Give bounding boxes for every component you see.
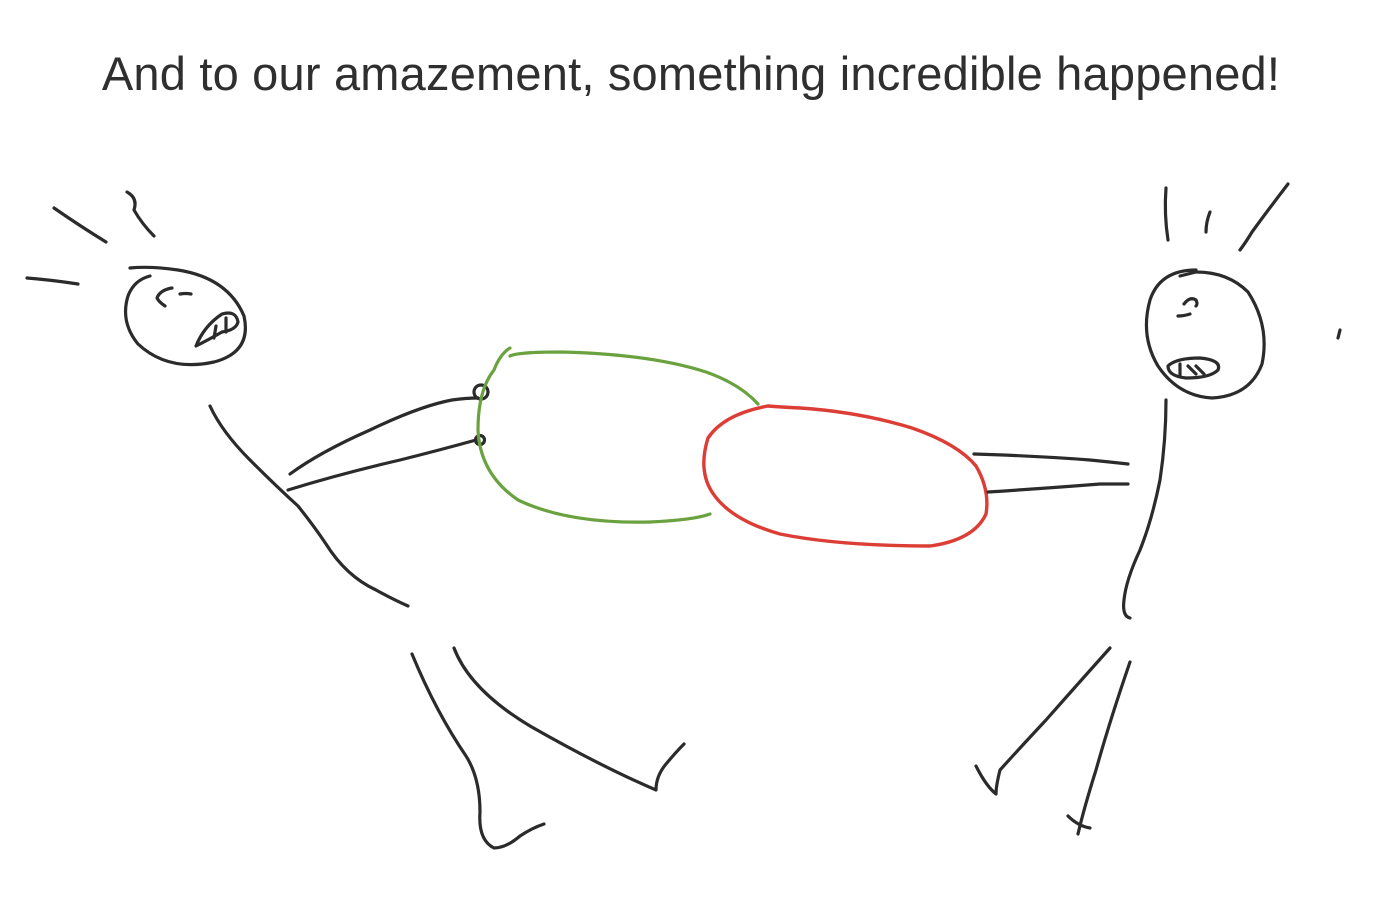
right-stray-mark: [1336, 328, 1342, 340]
right-leg-2: [1066, 660, 1132, 836]
right-mouth: [1166, 356, 1221, 380]
right-teeth: [1178, 362, 1206, 378]
stick-figure-right: [972, 182, 1342, 836]
red-oval: [702, 404, 989, 548]
left-teeth: [212, 316, 228, 340]
right-leg-1: [974, 646, 1112, 796]
right-eye: [1182, 297, 1199, 308]
left-arm-lower: [286, 438, 478, 492]
left-leg-2: [452, 646, 686, 792]
left-surprise-line-1: [52, 206, 108, 244]
right-surprise-line-1: [1163, 186, 1170, 242]
right-head: [1144, 268, 1266, 400]
left-surprise-line-3: [25, 276, 80, 286]
left-brow: [178, 291, 193, 296]
right-brow: [1176, 312, 1192, 318]
right-arm-lower: [986, 482, 1130, 494]
left-body: [208, 404, 410, 608]
left-eye: [155, 286, 174, 308]
right-surprise-line-3: [1238, 182, 1290, 252]
right-arm-upper: [972, 452, 1130, 466]
right-surprise-line-2: [1204, 210, 1212, 234]
left-surprise-line-2: [125, 190, 156, 238]
left-head: [124, 265, 247, 367]
sketch-illustration: [25, 182, 1342, 850]
right-body: [1122, 398, 1168, 620]
